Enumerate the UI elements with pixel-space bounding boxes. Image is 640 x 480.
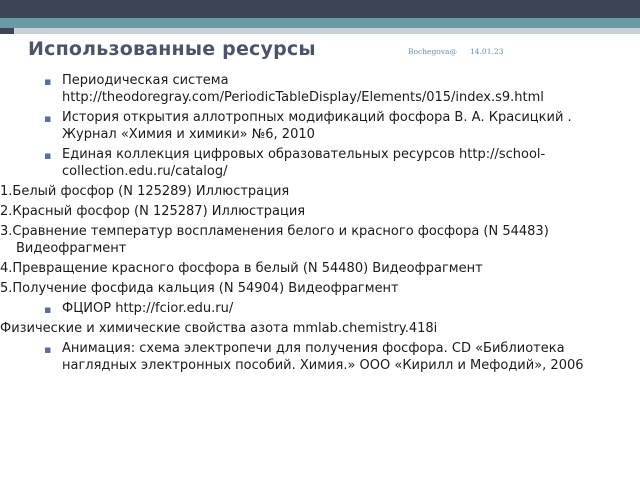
list-item: 3.Сравнение температур воспламенения бел… (0, 223, 606, 257)
list-item-text: История открытия аллотропных модификаций… (62, 110, 572, 142)
list-item: ▪ Периодическая система http://theodoreg… (44, 72, 606, 106)
square-bullet-icon: ▪ (44, 75, 52, 88)
list-item-text: Анимация: схема электропечи для получени… (62, 341, 584, 373)
list-item: 1.Белый фосфор (N 125289) Иллюстрация (0, 183, 606, 200)
list-item-text: Единая коллекция цифровых образовательны… (62, 147, 546, 179)
list-item: ▪ История открытия аллотропных модификац… (44, 109, 606, 143)
list-item-text: Физические и химические свойства азота m… (0, 321, 438, 336)
square-bullet-icon: ▪ (44, 112, 52, 125)
slide-date: 14.01.23 (470, 47, 504, 56)
list-item-text: Периодическая система http://theodoregra… (62, 73, 544, 105)
square-bullet-icon: ▪ (44, 149, 52, 162)
list-item: 5.Получение фосфида кальция (N 54904) Ви… (0, 280, 606, 297)
header-bar-accent (0, 28, 14, 34)
list-item-text: 3.Сравнение температур воспламенения бел… (0, 224, 549, 256)
list-item-text: 4.Превращение красного фосфора в белый (… (0, 261, 483, 276)
list-item: 4.Превращение красного фосфора в белый (… (0, 260, 606, 277)
list-item: ▪ Единая коллекция цифровых образователь… (44, 146, 606, 180)
list-item-text: 5.Получение фосфида кальция (N 54904) Ви… (0, 281, 399, 296)
list-item-text: 1.Белый фосфор (N 125289) Иллюстрация (0, 184, 290, 199)
list-item: ▪ Анимация: схема электропечи для получе… (44, 340, 606, 374)
header-bar-teal (0, 18, 640, 28)
header-bar-gray (0, 28, 640, 34)
slide-author: Bochegova@ (408, 47, 458, 56)
square-bullet-icon: ▪ (44, 343, 52, 356)
slide-title: Использованные ресурсы (28, 38, 316, 60)
list-item: ▪ ФЦИОР http://fcior.edu.ru/ (44, 300, 606, 317)
slide-content: ▪ Периодическая система http://theodoreg… (0, 72, 606, 377)
list-item-text: ФЦИОР http://fcior.edu.ru/ (62, 301, 234, 316)
list-item: 2.Красный фосфор (N 125287) Иллюстрация (0, 203, 606, 220)
square-bullet-icon: ▪ (44, 303, 52, 316)
list-item-text: 2.Красный фосфор (N 125287) Иллюстрация (0, 204, 306, 219)
list-item: Физические и химические свойства азота m… (0, 320, 606, 337)
header-bar-dark (0, 0, 640, 18)
